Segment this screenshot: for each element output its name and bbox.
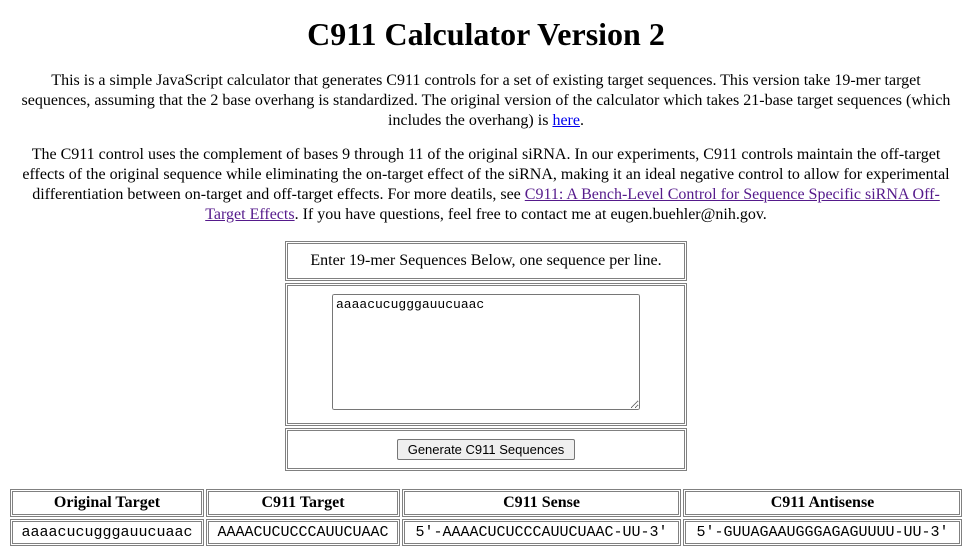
intro-paragraph-2: The C911 control uses the complement of … xyxy=(16,145,956,225)
cell-original-target: aaaacucugggauucuaac xyxy=(10,519,204,546)
cell-c911-target: AAAACUCUCCCAUUCUAAC xyxy=(206,519,400,546)
intro1-text-a: This is a simple JavaScript calculator t… xyxy=(22,72,951,129)
col-c911-antisense: C911 Antisense xyxy=(683,489,962,517)
results-header-row: Original Target C911 Target C911 Sense C… xyxy=(10,489,962,517)
input-form-table: Enter 19-mer Sequences Below, one sequen… xyxy=(283,239,688,473)
cell-c911-sense: 5'-AAAACUCUCCCAUUCUAAC-UU-3' xyxy=(402,519,681,546)
intro2-text-b: . If you have questions, feel free to co… xyxy=(295,206,767,223)
here-link[interactable]: here xyxy=(552,112,580,129)
page-title: C911 Calculator Version 2 xyxy=(8,16,964,53)
intro1-text-b: . xyxy=(580,112,584,129)
table-row: aaaacucugggauucuaac AAAACUCUCCCAUUCUAAC … xyxy=(10,519,962,546)
form-header-cell: Enter 19-mer Sequences Below, one sequen… xyxy=(285,241,686,281)
results-table: Original Target C911 Target C911 Sense C… xyxy=(8,487,964,548)
col-c911-target: C911 Target xyxy=(206,489,400,517)
form-button-cell: Generate C911 Sequences xyxy=(285,428,686,471)
sequence-input[interactable] xyxy=(332,294,640,410)
intro-paragraph-1: This is a simple JavaScript calculator t… xyxy=(16,71,956,131)
cell-c911-antisense: 5'-GUUAGAAUGGGAGAGUUUU-UU-3' xyxy=(683,519,962,546)
generate-button[interactable]: Generate C911 Sequences xyxy=(397,439,576,460)
col-c911-sense: C911 Sense xyxy=(402,489,681,517)
form-textarea-cell xyxy=(285,283,686,426)
col-original-target: Original Target xyxy=(10,489,204,517)
